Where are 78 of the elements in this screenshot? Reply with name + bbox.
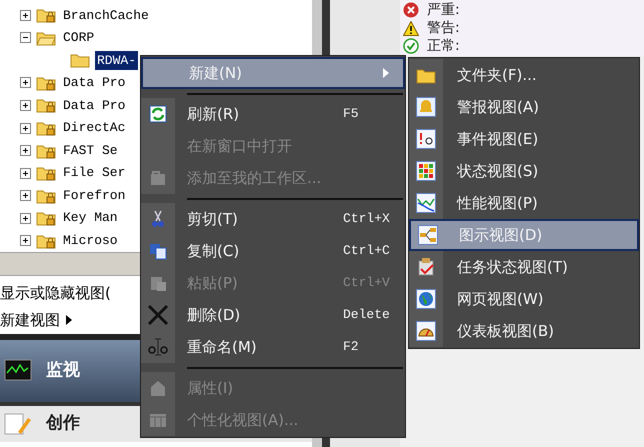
tree-item[interactable]: RDWA- [95, 50, 138, 70]
menu-item[interactable]: 复制(C) Ctrl+C [141, 235, 405, 267]
tree-item[interactable]: FAST Se [61, 140, 120, 160]
task-check-icon [416, 257, 436, 277]
locked-folder-icon [36, 97, 56, 114]
warning-icon [403, 20, 419, 36]
view-link[interactable]: 新建视图 [0, 308, 60, 331]
grid-icon [416, 161, 436, 181]
line-chart-icon [416, 193, 436, 213]
tree-item[interactable]: DirectAc [61, 118, 128, 138]
shortcut-label: F5 [343, 105, 360, 124]
menu-item[interactable]: 重命名(M) F2 [141, 331, 405, 363]
menu-item[interactable]: 删除(D) Delete [141, 299, 405, 331]
tree-item[interactable]: File Ser [61, 163, 128, 183]
scissors-icon [149, 210, 167, 228]
locked-folder-icon [36, 188, 56, 204]
menu-item[interactable]: 任务状态视图(T) [409, 251, 639, 283]
workspace-icon [149, 169, 167, 187]
collapse-icon[interactable] [20, 32, 31, 44]
rename-icon [147, 338, 169, 356]
menu-item[interactable]: 文件夹(F)... [409, 59, 639, 91]
globe-icon [416, 289, 436, 309]
bell-icon [416, 97, 436, 117]
tree-item[interactable]: Microso [61, 230, 120, 250]
shortcut-label: Ctrl+V [343, 274, 391, 292]
expand-icon[interactable] [20, 190, 31, 202]
locked-folder-icon [36, 74, 56, 91]
expand-icon[interactable] [20, 145, 31, 156]
open-folder-icon [36, 30, 56, 46]
expand-icon[interactable] [20, 235, 31, 246]
locked-folder-icon [36, 142, 56, 159]
expand-icon[interactable] [20, 77, 31, 88]
columns-icon [149, 411, 167, 429]
menu-item[interactable]: 仪表板视图(B) [409, 315, 639, 347]
diagram-icon [418, 225, 438, 245]
menu-item[interactable]: 事件视图(E) [409, 123, 639, 155]
menu-item[interactable]: 刷新(R) F5 [141, 98, 405, 130]
menu-item[interactable]: 剪切(T) Ctrl+X [141, 203, 405, 235]
locked-folder-icon [36, 7, 56, 24]
expand-icon[interactable] [20, 122, 31, 134]
monitor-icon [4, 359, 32, 383]
menu-item[interactable]: 网页视图(W) [409, 283, 639, 315]
folder-icon [70, 52, 90, 68]
expand-icon[interactable] [20, 10, 31, 21]
check-icon [403, 38, 419, 54]
paste-icon [149, 274, 167, 292]
menu-item[interactable]: 状态视图(S) [409, 155, 639, 187]
menu-item[interactable]: 性能视图(P) [409, 187, 639, 219]
legend-label: 警告: [427, 21, 460, 35]
tree-item[interactable]: Key Man [61, 208, 120, 228]
error-icon [403, 2, 419, 18]
locked-folder-icon [36, 232, 56, 249]
view-link[interactable]: 显示或隐藏视图( [0, 282, 111, 304]
shortcut-label: Delete [343, 306, 391, 324]
event-icon [416, 129, 436, 149]
locked-folder-icon [36, 165, 56, 182]
refresh-icon [149, 105, 167, 123]
tree-item[interactable]: BranchCache [61, 6, 151, 26]
delete-icon [147, 304, 169, 326]
menu-item[interactable]: 警报视图(A) [409, 91, 639, 123]
shortcut-label: Ctrl+X [343, 210, 391, 228]
folder-icon [416, 66, 436, 84]
expand-icon[interactable] [20, 168, 31, 179]
tree-item[interactable]: Forefron [61, 186, 128, 206]
copy-icon [149, 242, 167, 260]
legend-label: 严重: [427, 3, 460, 17]
pencil-icon [4, 412, 32, 436]
tree-item[interactable]: Data Pro [61, 96, 128, 116]
expand-icon[interactable] [20, 212, 31, 224]
tree-item[interactable]: CORP [61, 28, 96, 48]
legend-label: 正常: [427, 39, 460, 53]
tree-item[interactable]: Data Pro [61, 73, 128, 93]
gauge-icon [416, 321, 436, 341]
expand-icon[interactable] [20, 100, 31, 111]
shortcut-label: F2 [343, 338, 360, 356]
locked-folder-icon [36, 120, 56, 136]
locked-folder-icon [36, 210, 56, 226]
shortcut-label: Ctrl+C [343, 242, 391, 260]
